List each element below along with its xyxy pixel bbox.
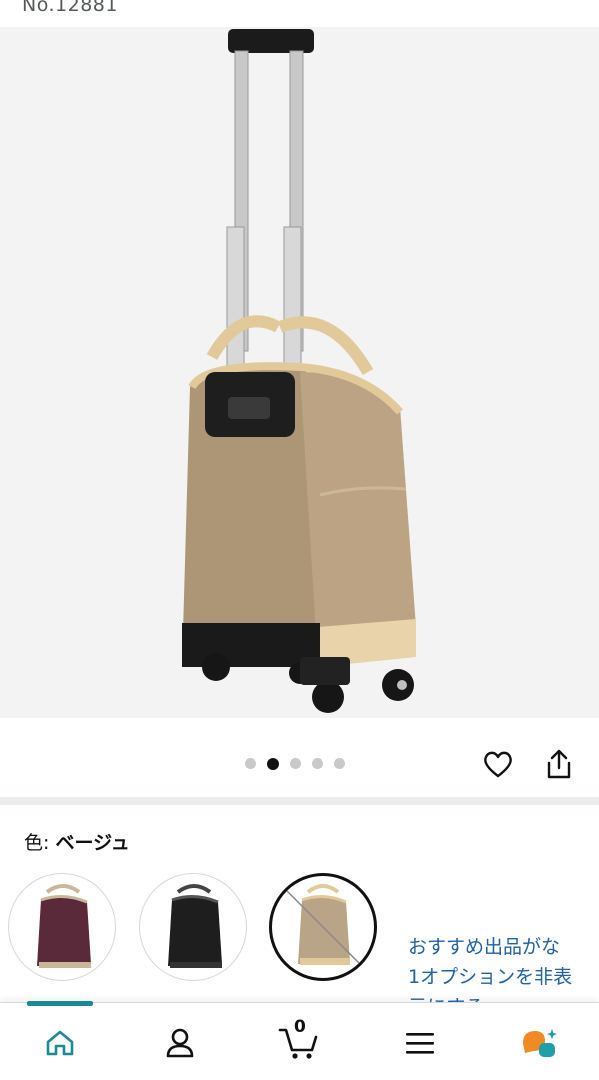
- beige-bag-thumbnail: [285, 884, 361, 965]
- bottom-nav: 0: [0, 1001, 599, 1080]
- carousel-dots[interactable]: [245, 757, 345, 770]
- carousel-dot[interactable]: [334, 758, 345, 769]
- color-swatch-beige-selected[interactable]: [269, 873, 377, 981]
- menu-icon: [406, 1033, 434, 1054]
- suitcase-image: [182, 29, 416, 713]
- color-selection-label: 色: ベージュ: [24, 828, 130, 855]
- share-button[interactable]: [540, 745, 578, 783]
- color-swatch-black[interactable]: [139, 873, 247, 981]
- black-bag-thumbnail: [168, 884, 222, 968]
- purple-bag-thumbnail: [37, 884, 91, 968]
- section-divider: [0, 797, 599, 805]
- home-icon: [46, 1030, 74, 1056]
- carousel-dot-active[interactable]: [267, 757, 279, 770]
- carousel-dot[interactable]: [290, 758, 301, 769]
- account-icon: [166, 1028, 194, 1058]
- nav-home[interactable]: [38, 1021, 82, 1065]
- nav-menu[interactable]: [398, 1021, 442, 1065]
- recommendation-line-1: おすすめ出品がな: [408, 936, 561, 958]
- product-image[interactable]: [0, 27, 599, 718]
- carousel-dot[interactable]: [312, 758, 323, 769]
- share-icon: [547, 749, 571, 779]
- cart-count-badge: 0: [294, 1017, 306, 1037]
- heart-icon: [484, 751, 512, 778]
- recommendation-line-2: 1オプションを非表: [408, 966, 573, 988]
- wishlist-button[interactable]: [479, 745, 517, 783]
- ai-assistant-icon: [523, 1029, 557, 1057]
- active-tab-indicator: [27, 1001, 93, 1006]
- nav-ai-assistant[interactable]: [517, 1021, 561, 1065]
- carousel-dot[interactable]: [245, 758, 256, 769]
- product-number: No.12881: [22, 0, 118, 16]
- selected-color: ベージュ: [55, 832, 130, 854]
- color-label: 色:: [24, 832, 50, 854]
- color-swatch-purple[interactable]: [8, 873, 116, 981]
- nav-account[interactable]: [158, 1021, 202, 1065]
